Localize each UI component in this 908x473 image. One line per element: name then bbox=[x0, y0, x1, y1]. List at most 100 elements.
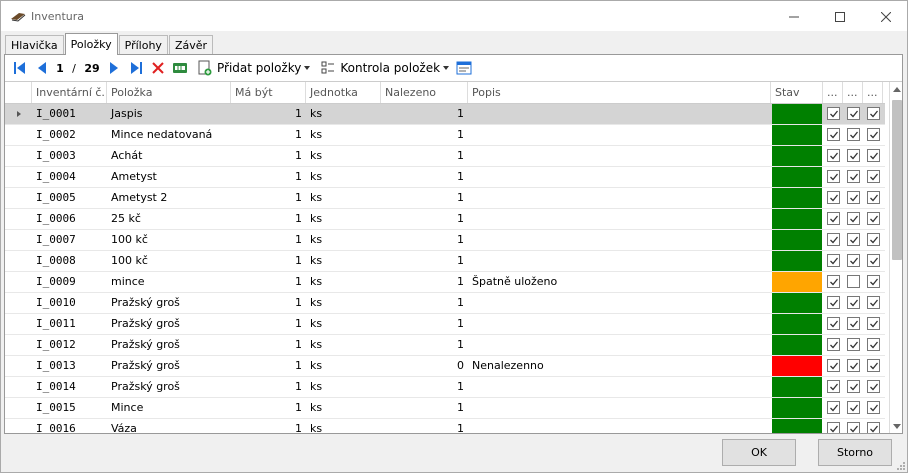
cell-status[interactable] bbox=[771, 167, 823, 187]
cell-note[interactable] bbox=[468, 251, 771, 271]
checkbox-2[interactable] bbox=[847, 170, 860, 183]
cell-note[interactable]: Nenalezenno bbox=[468, 356, 771, 376]
checkbox-2[interactable] bbox=[847, 107, 860, 120]
cell-inventory-number[interactable]: I_0015 bbox=[32, 398, 107, 418]
cell-found[interactable]: 1 bbox=[381, 167, 468, 187]
cell-item[interactable]: Pražský groš bbox=[107, 377, 231, 397]
column-header-item[interactable]: Položka bbox=[107, 82, 231, 103]
cell-expected[interactable]: 1 bbox=[231, 188, 306, 208]
cell-unit[interactable]: ks bbox=[306, 377, 381, 397]
column-header-unit[interactable]: Jednotka bbox=[306, 82, 381, 103]
cell-note[interactable] bbox=[468, 335, 771, 355]
scroll-thumb[interactable] bbox=[892, 100, 902, 260]
cell-expected[interactable]: 1 bbox=[231, 125, 306, 145]
checkbox-1[interactable] bbox=[827, 359, 840, 372]
cell-status[interactable] bbox=[771, 377, 823, 397]
checkbox-3[interactable] bbox=[867, 275, 880, 288]
cell-found[interactable]: 1 bbox=[381, 209, 468, 229]
checkbox-1[interactable] bbox=[827, 254, 840, 267]
table-row[interactable]: I_0004 Ametyst 1 ks 1 bbox=[5, 167, 885, 188]
checkbox-3[interactable] bbox=[867, 128, 880, 141]
check-items-dropdown[interactable]: Kontrola položek bbox=[318, 57, 453, 79]
cell-unit[interactable]: ks bbox=[306, 146, 381, 166]
cell-note[interactable] bbox=[468, 167, 771, 187]
cell-expected[interactable]: 1 bbox=[231, 209, 306, 229]
close-button[interactable] bbox=[863, 1, 908, 32]
table-row[interactable]: I_0005 Ametyst 2 1 ks 1 bbox=[5, 188, 885, 209]
cell-found[interactable]: 1 bbox=[381, 230, 468, 250]
cell-found[interactable]: 1 bbox=[381, 335, 468, 355]
cancel-button[interactable]: Storno bbox=[818, 439, 892, 466]
cell-item[interactable]: Achát bbox=[107, 146, 231, 166]
cell-expected[interactable]: 1 bbox=[231, 230, 306, 250]
cell-found[interactable]: 1 bbox=[381, 377, 468, 397]
scroll-up-icon[interactable] bbox=[893, 87, 901, 92]
cell-item[interactable]: Váza bbox=[107, 419, 231, 433]
cell-inventory-number[interactable]: I_0010 bbox=[32, 293, 107, 313]
cell-inventory-number[interactable]: I_0002 bbox=[32, 125, 107, 145]
cell-status[interactable] bbox=[771, 125, 823, 145]
column-chooser-button[interactable] bbox=[453, 57, 475, 79]
checkbox-3[interactable] bbox=[867, 107, 880, 120]
cell-unit[interactable]: ks bbox=[306, 314, 381, 334]
checkbox-1[interactable] bbox=[827, 128, 840, 141]
cell-status[interactable] bbox=[771, 230, 823, 250]
column-header-check-2[interactable]: ... bbox=[843, 82, 863, 103]
cell-note[interactable] bbox=[468, 419, 771, 433]
table-row[interactable]: I_0002 Mince nedatovaná 1 ks 1 bbox=[5, 125, 885, 146]
column-header-expected[interactable]: Má být bbox=[231, 82, 306, 103]
cell-note[interactable] bbox=[468, 209, 771, 229]
cell-unit[interactable]: ks bbox=[306, 419, 381, 433]
cell-status[interactable] bbox=[771, 146, 823, 166]
table-row[interactable]: I_0001 Jaspis 1 ks 1 bbox=[5, 104, 885, 125]
cell-expected[interactable]: 1 bbox=[231, 146, 306, 166]
cell-note[interactable] bbox=[468, 398, 771, 418]
cell-item[interactable]: Pražský groš bbox=[107, 356, 231, 376]
table-row[interactable]: I_0009 mince 1 ks 1 Špatně uloženo bbox=[5, 272, 885, 293]
checkbox-3[interactable] bbox=[867, 296, 880, 309]
cell-inventory-number[interactable]: I_0016 bbox=[32, 419, 107, 433]
cell-expected[interactable]: 1 bbox=[231, 419, 306, 433]
cell-unit[interactable]: ks bbox=[306, 272, 381, 292]
cell-expected[interactable]: 1 bbox=[231, 356, 306, 376]
cell-unit[interactable]: ks bbox=[306, 125, 381, 145]
cell-expected[interactable]: 1 bbox=[231, 293, 306, 313]
checkbox-2[interactable] bbox=[847, 296, 860, 309]
checkbox-2[interactable] bbox=[847, 191, 860, 204]
cell-inventory-number[interactable]: I_0012 bbox=[32, 335, 107, 355]
tab-zaver[interactable]: Závěr bbox=[168, 35, 214, 55]
cell-note[interactable] bbox=[468, 146, 771, 166]
cell-unit[interactable]: ks bbox=[306, 230, 381, 250]
cell-item[interactable]: Pražský groš bbox=[107, 335, 231, 355]
checkbox-1[interactable] bbox=[827, 212, 840, 225]
delete-record-button[interactable] bbox=[147, 57, 169, 79]
cell-item[interactable]: 100 kč bbox=[107, 230, 231, 250]
cell-inventory-number[interactable]: I_0004 bbox=[32, 167, 107, 187]
table-row[interactable]: I_0015 Mince 1 ks 1 bbox=[5, 398, 885, 419]
cell-item[interactable]: 100 kč bbox=[107, 251, 231, 271]
cell-inventory-number[interactable]: I_0006 bbox=[32, 209, 107, 229]
checkbox-1[interactable] bbox=[827, 191, 840, 204]
cell-inventory-number[interactable]: I_0009 bbox=[32, 272, 107, 292]
cell-expected[interactable]: 1 bbox=[231, 335, 306, 355]
cell-note[interactable] bbox=[468, 104, 771, 124]
cell-inventory-number[interactable]: I_0013 bbox=[32, 356, 107, 376]
checkbox-2[interactable] bbox=[847, 275, 860, 288]
cell-item[interactable]: Jaspis bbox=[107, 104, 231, 124]
cell-expected[interactable]: 1 bbox=[231, 104, 306, 124]
cell-item[interactable]: mince bbox=[107, 272, 231, 292]
cell-note[interactable] bbox=[468, 125, 771, 145]
table-row[interactable]: I_0007 100 kč 1 ks 1 bbox=[5, 230, 885, 251]
checkbox-2[interactable] bbox=[847, 317, 860, 330]
cell-item[interactable]: 25 kč bbox=[107, 209, 231, 229]
current-record[interactable]: 1 bbox=[53, 57, 67, 79]
cell-inventory-number[interactable]: I_0005 bbox=[32, 188, 107, 208]
cell-item[interactable]: Pražský groš bbox=[107, 293, 231, 313]
checkbox-1[interactable] bbox=[827, 149, 840, 162]
cell-unit[interactable]: ks bbox=[306, 104, 381, 124]
ok-button[interactable]: OK bbox=[722, 439, 796, 466]
cell-expected[interactable]: 1 bbox=[231, 167, 306, 187]
cell-unit[interactable]: ks bbox=[306, 293, 381, 313]
checkbox-3[interactable] bbox=[867, 317, 880, 330]
checkbox-1[interactable] bbox=[827, 296, 840, 309]
